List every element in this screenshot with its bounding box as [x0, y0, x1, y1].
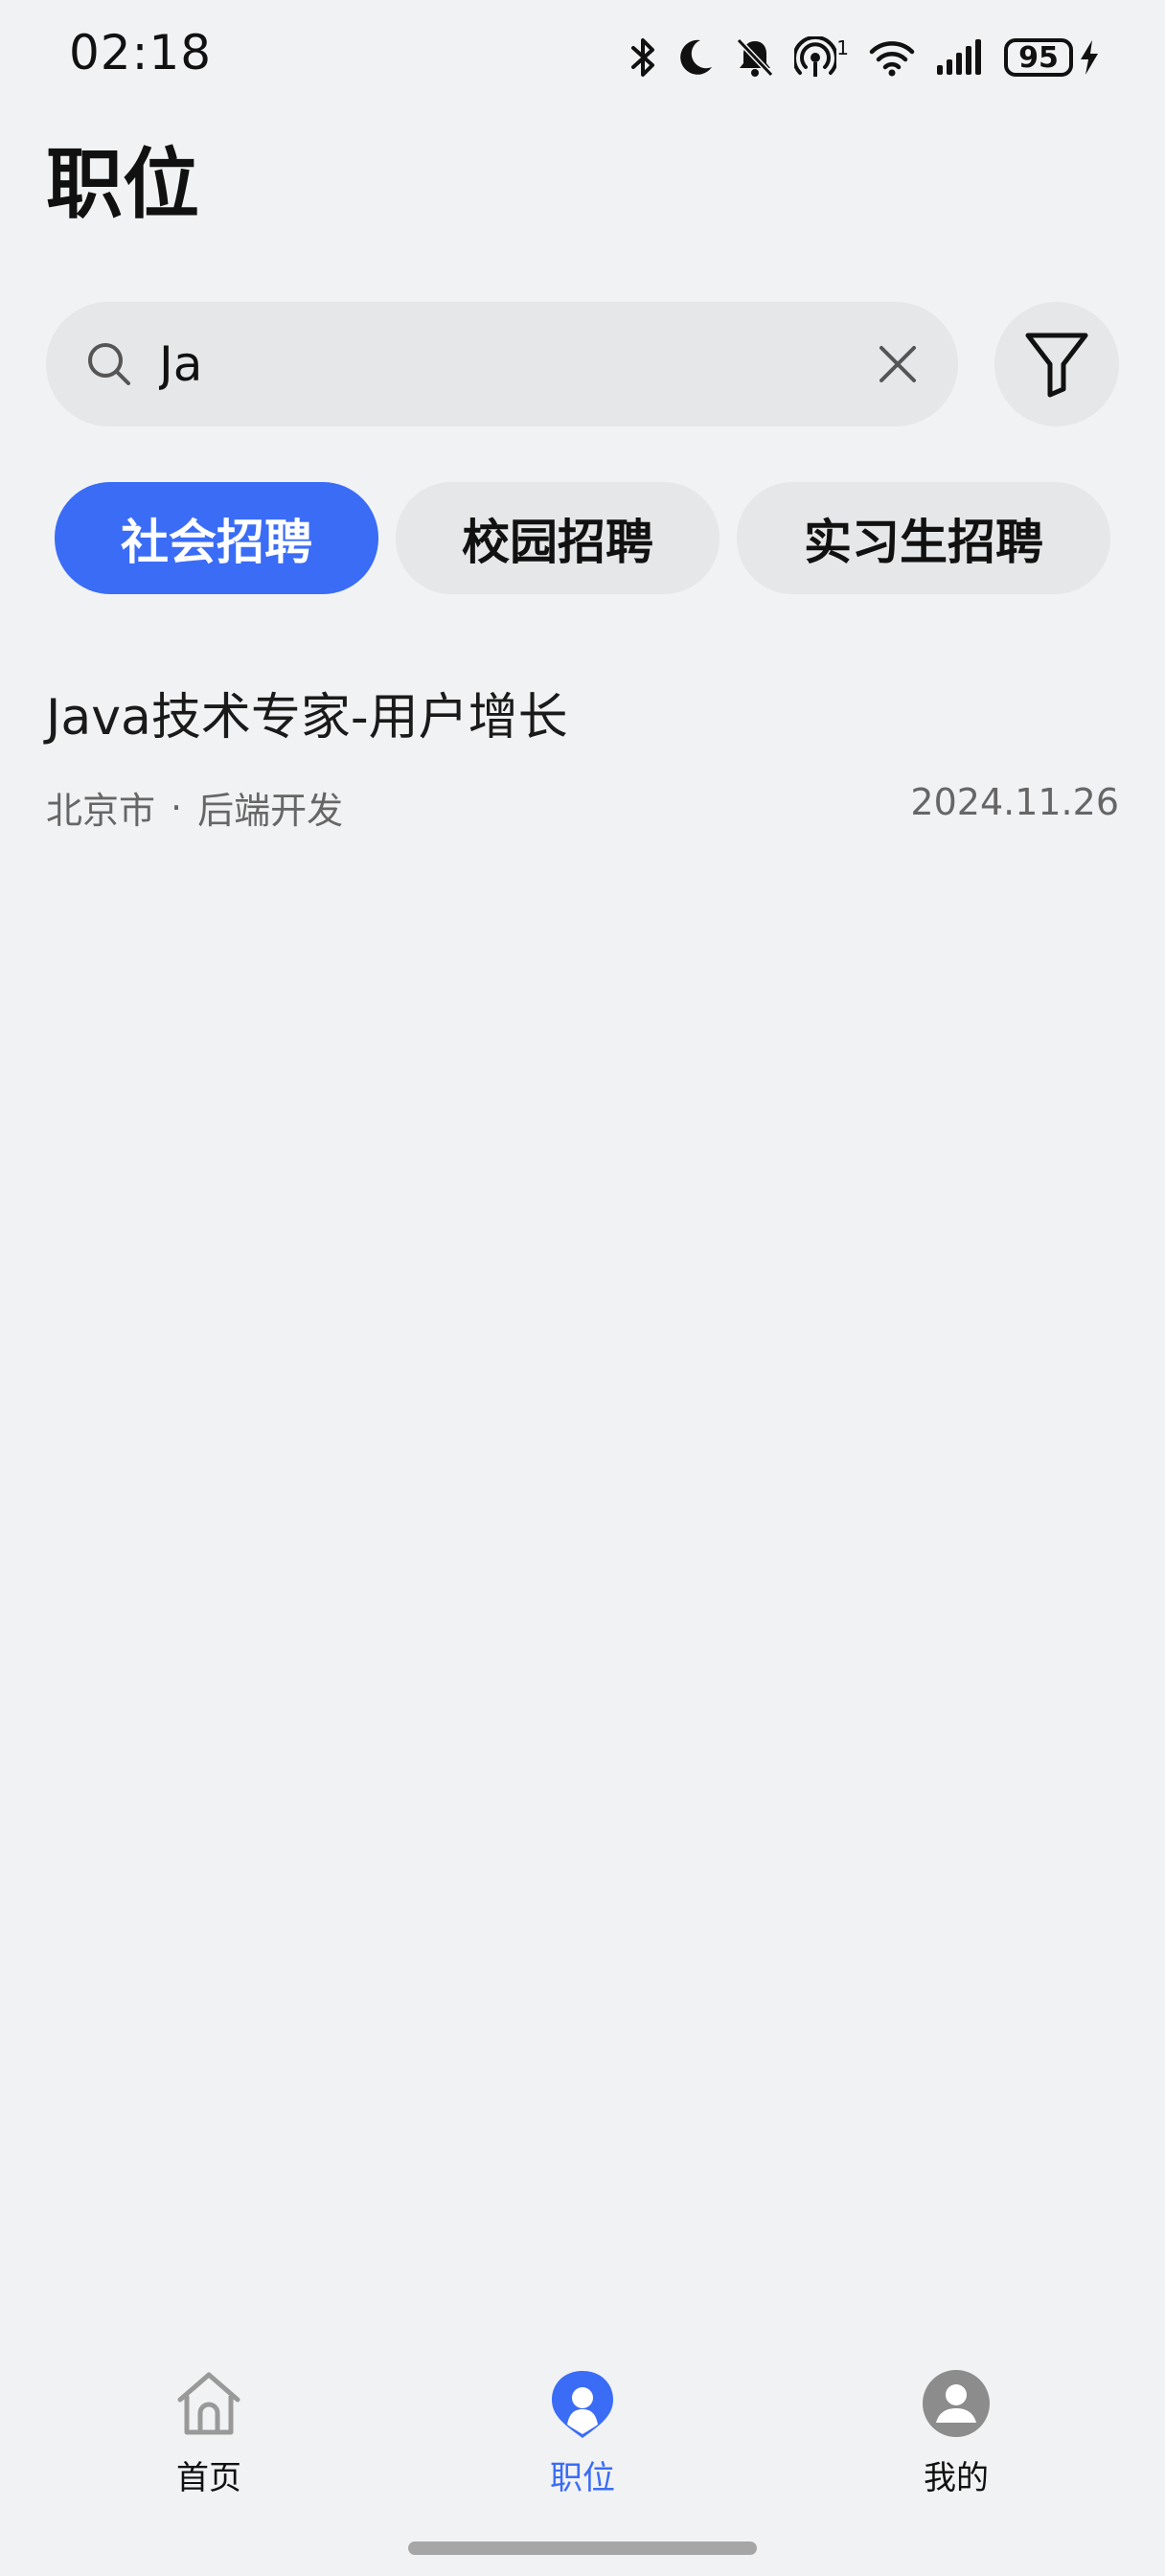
search-icon: [88, 343, 130, 385]
nav-profile[interactable]: 我的: [860, 2367, 1052, 2498]
page-title: 职位: [46, 140, 199, 229]
filter-button[interactable]: [994, 302, 1119, 426]
job-category: 后端开发: [197, 790, 344, 832]
nav-profile-label: 我的: [924, 2459, 989, 2497]
status-time: 02:18: [69, 25, 213, 80]
hotspot-count: 1: [836, 36, 849, 59]
search-input[interactable]: [159, 336, 876, 392]
nav-jobs[interactable]: 职位: [487, 2367, 678, 2498]
job-date: 2024.11.26: [910, 781, 1119, 823]
job-meta: 北京市 · 后端开发: [46, 781, 343, 834]
job-icon: [552, 2371, 613, 2438]
filter-icon: [1025, 333, 1088, 398]
clear-icon[interactable]: [876, 342, 920, 386]
nav-jobs-label: 职位: [550, 2459, 615, 2497]
moon-icon: [680, 39, 713, 75]
job-location: 北京市: [46, 790, 156, 832]
tab-social-recruitment[interactable]: 社会招聘: [55, 482, 378, 594]
hotspot-indicator: 1: [794, 36, 849, 79]
nav-home[interactable]: 首页: [113, 2367, 305, 2498]
status-icons: 1 95: [629, 29, 1100, 86]
hotspot-icon: [794, 36, 837, 77]
signal-icon: [937, 39, 981, 75]
search-bar[interactable]: [46, 302, 958, 426]
profile-icon: [923, 2370, 990, 2437]
bluetooth-icon: [631, 38, 655, 77]
charging-icon: [1081, 40, 1098, 75]
job-title[interactable]: Java技术专家-用户增长: [46, 677, 568, 748]
battery-level: 95: [1004, 38, 1073, 77]
job-meta-separator: ·: [171, 786, 183, 829]
tab-campus-recruitment[interactable]: 校园招聘: [396, 482, 720, 594]
home-icon: [177, 2372, 240, 2435]
tab-intern-recruitment[interactable]: 实习生招聘: [737, 482, 1110, 594]
nav-home-label: 首页: [176, 2459, 241, 2497]
home-indicator[interactable]: [408, 2542, 757, 2555]
wifi-icon: [869, 41, 915, 77]
bell-off-icon: [737, 37, 774, 78]
battery-icon: 95: [1004, 38, 1100, 77]
